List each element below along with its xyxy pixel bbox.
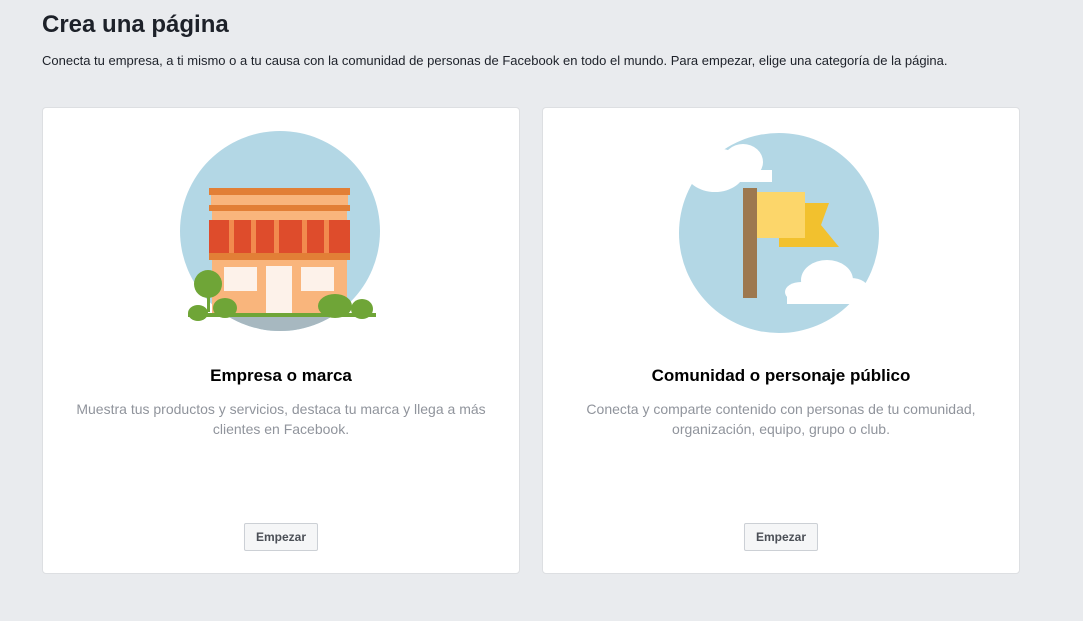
- storefront-icon: [180, 131, 380, 331]
- card-description: Muestra tus productos y servicios, desta…: [76, 401, 486, 437]
- page-subtitle: Conecta tu empresa, a ti mismo o a tu ca…: [42, 53, 948, 68]
- page-title: Crea una página: [42, 11, 229, 38]
- card-title: Comunidad o personaje público: [651, 366, 911, 385]
- illustration-community: [543, 130, 1019, 336]
- start-button-business[interactable]: Empezar: [243, 523, 319, 551]
- start-button-community[interactable]: Empezar: [743, 523, 819, 551]
- illustration-business: [43, 130, 519, 336]
- flag-icon: [679, 133, 881, 333]
- category-card-community[interactable]: Comunidad o personaje público Conecta y …: [542, 107, 1020, 574]
- card-description: Conecta y comparte contenido con persona…: [586, 401, 976, 437]
- category-card-business[interactable]: Empresa o marca Muestra tus productos y …: [42, 107, 520, 574]
- card-title: Empresa o marca: [210, 366, 352, 385]
